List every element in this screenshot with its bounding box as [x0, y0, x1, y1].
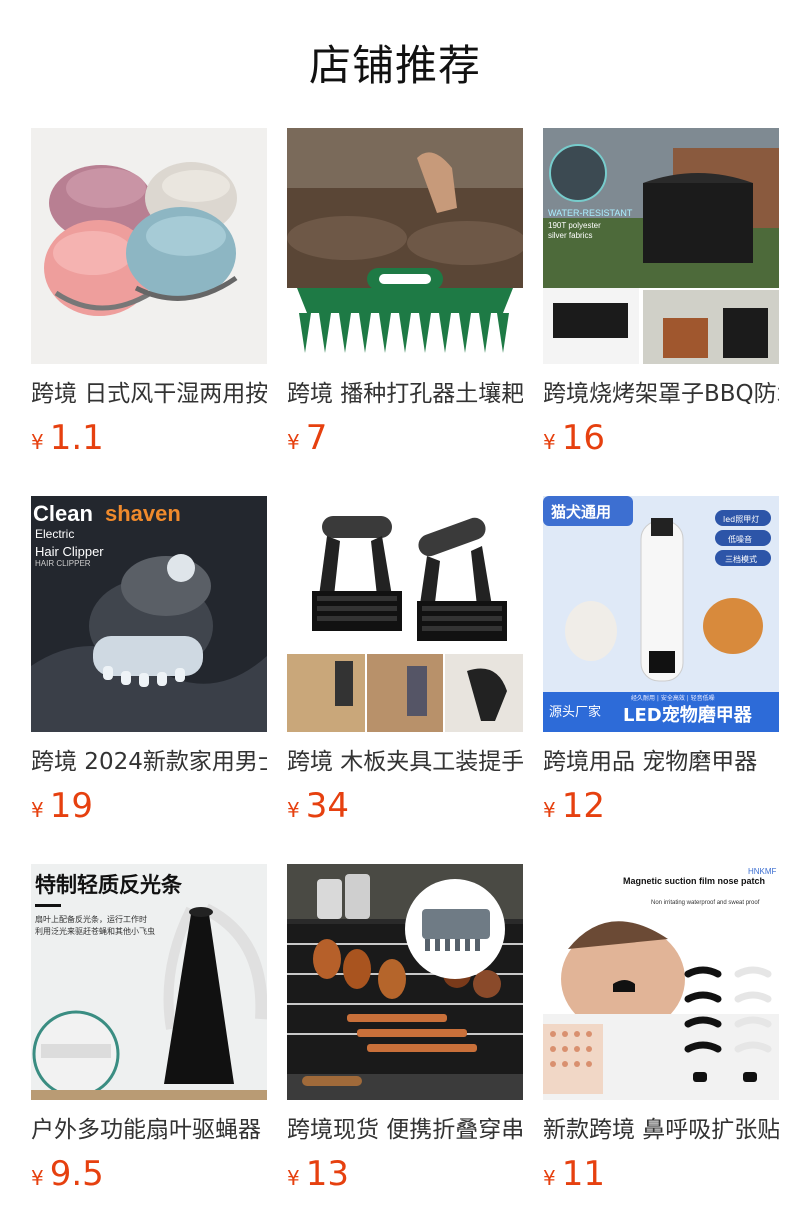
product-price: ¥16 — [543, 416, 605, 460]
image-caption: silver fabrics — [548, 231, 592, 240]
currency-symbol: ¥ — [31, 1166, 44, 1190]
price-amount: 11 — [561, 1154, 605, 1194]
image-caption: HAIR CLIPPER — [35, 559, 91, 568]
image-caption: HNKMF — [748, 867, 777, 876]
currency-symbol: ¥ — [543, 430, 556, 454]
image-caption: Non irritating waterproof and sweat proo… — [651, 900, 760, 906]
product-price: ¥12 — [543, 784, 605, 828]
image-caption: WATER-RESISTANT — [548, 208, 633, 218]
product-name[interactable]: 跨境 日式风干湿两用按摩洗头刷 — [31, 376, 267, 412]
product-name[interactable]: 跨境 播种打孔器土壤耙子 — [287, 376, 523, 412]
price-amount: 34 — [305, 786, 349, 826]
product-card[interactable]: 跨境 日式风干湿两用按摩洗头刷 ¥1.1 — [31, 128, 267, 468]
product-price: ¥34 — [287, 784, 349, 828]
hair-clipper-image[interactable]: Clean shaven Electric Hair Clipper HAIR … — [31, 496, 267, 732]
price-amount: 19 — [49, 786, 93, 826]
bbq-skewer-image[interactable] — [287, 864, 523, 1100]
price-amount: 9.5 — [49, 1154, 104, 1194]
fly-fan-image[interactable]: 特制轻质反光条 扇叶上配备反光条，运行工作时 利用泛光来驱赶苍蝇和其他小飞虫 — [31, 864, 267, 1100]
product-card[interactable]: 特制轻质反光条 扇叶上配备反光条，运行工作时 利用泛光来驱赶苍蝇和其他小飞虫 户… — [31, 864, 267, 1204]
product-name[interactable]: 跨境 2024新款家用男士理发器 — [31, 744, 267, 780]
currency-symbol: ¥ — [543, 798, 556, 822]
image-caption: shaven — [105, 501, 181, 526]
product-card[interactable]: 跨境 木板夹具工装提手 ¥34 — [287, 496, 523, 836]
image-caption: 利用泛光来驱赶苍蝇和其他小飞虫 — [35, 926, 155, 936]
product-price: ¥13 — [287, 1152, 349, 1196]
grill-cover-image[interactable]: WATER-RESISTANT 190T polyester silver fa… — [543, 128, 779, 364]
image-caption: 源头厂家 — [549, 704, 601, 720]
price-amount: 7 — [305, 418, 328, 458]
product-card[interactable]: 跨境 播种打孔器土壤耙子 ¥7 — [287, 128, 523, 468]
product-name[interactable]: 新款跨境 鼻呼吸扩张贴 — [543, 1112, 779, 1148]
product-name[interactable]: 户外多功能扇叶驱蝇器 — [31, 1112, 267, 1148]
image-caption: Electric — [35, 527, 74, 541]
product-card[interactable]: Clean shaven Electric Hair Clipper HAIR … — [31, 496, 267, 836]
image-caption: 低噪音 — [728, 534, 752, 544]
product-card[interactable]: 跨境现货 便携折叠穿串器 ¥13 — [287, 864, 523, 1204]
product-name[interactable]: 跨境烧烤架罩子BBQ防水罩 — [543, 376, 779, 412]
nose-strip-image[interactable]: HNKMF Magnetic suction film nose patch N… — [543, 864, 779, 1100]
image-caption: Magnetic suction film nose patch — [623, 876, 765, 886]
price-amount: 16 — [561, 418, 605, 458]
currency-symbol: ¥ — [31, 798, 44, 822]
price-amount: 12 — [561, 786, 605, 826]
product-price: ¥19 — [31, 784, 93, 828]
image-caption: Hair Clipper — [35, 544, 104, 559]
product-card[interactable]: HNKMF Magnetic suction film nose patch N… — [543, 864, 779, 1204]
price-amount: 1.1 — [49, 418, 104, 458]
seed-planter-image[interactable] — [287, 128, 523, 364]
price-amount: 13 — [305, 1154, 349, 1194]
image-caption: led照甲灯 — [723, 514, 759, 524]
board-carrier-image[interactable] — [287, 496, 523, 732]
product-name[interactable]: 跨境 木板夹具工装提手 — [287, 744, 523, 780]
scalp-brush-image[interactable] — [31, 128, 267, 364]
product-price: ¥1.1 — [31, 416, 104, 460]
page-title: 店铺推荐 — [308, 41, 481, 90]
product-card[interactable]: 猫犬通用 led照甲灯 低噪音 三档模式 源头厂家 LED宠物磨甲器 经久耐用 … — [543, 496, 779, 836]
image-caption: 特制轻质反光条 — [35, 873, 183, 897]
product-card[interactable]: WATER-RESISTANT 190T polyester silver fa… — [543, 128, 779, 468]
product-price: ¥7 — [287, 416, 327, 460]
currency-symbol: ¥ — [543, 1166, 556, 1190]
product-price: ¥11 — [543, 1152, 605, 1196]
image-caption: Clean — [33, 501, 93, 526]
product-price: ¥9.5 — [31, 1152, 104, 1196]
image-caption: 三档模式 — [725, 554, 757, 564]
pet-nail-grinder-image[interactable]: 猫犬通用 led照甲灯 低噪音 三档模式 源头厂家 LED宠物磨甲器 经久耐用 … — [543, 496, 779, 732]
currency-symbol: ¥ — [287, 1166, 300, 1190]
product-name[interactable]: 跨境现货 便携折叠穿串器 — [287, 1112, 523, 1148]
image-caption: 扇叶上配备反光条，运行工作时 — [35, 914, 147, 924]
product-name[interactable]: 跨境用品 宠物磨甲器 — [543, 744, 779, 780]
currency-symbol: ¥ — [31, 430, 44, 454]
currency-symbol: ¥ — [287, 430, 300, 454]
image-caption: 经久耐用 | 安全高效 | 轻音低噪 — [631, 694, 715, 702]
currency-symbol: ¥ — [287, 798, 300, 822]
image-caption: LED宠物磨甲器 — [623, 704, 753, 726]
image-caption: 190T polyester — [548, 221, 601, 230]
image-caption: 猫犬通用 — [551, 503, 611, 521]
